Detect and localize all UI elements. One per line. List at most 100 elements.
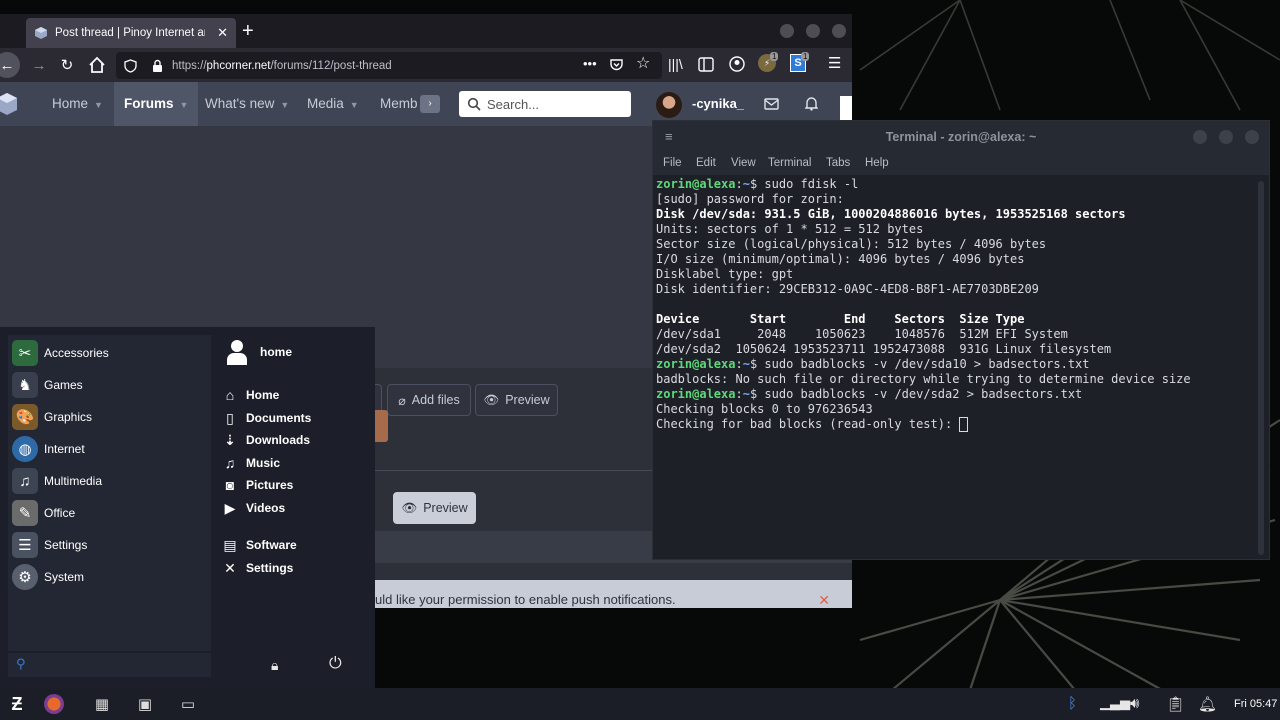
bluetooth-icon[interactable]: ᛒ xyxy=(1068,695,1077,712)
category-games[interactable]: ♞ Games xyxy=(12,371,83,399)
graphics-icon: 🎨 xyxy=(12,404,38,430)
terminal-scrollbar[interactable] xyxy=(1258,181,1264,555)
nav-members[interactable]: Memb xyxy=(380,82,418,126)
category-office[interactable]: ✎ Office xyxy=(12,499,75,527)
firefox-icon[interactable] xyxy=(44,694,64,714)
files-icon[interactable]: ▣ xyxy=(133,692,157,716)
terminal-line: /dev/sda1 2048 1050623 1048576 512M EFI … xyxy=(656,327,1068,341)
hamburger-menu-icon[interactable]: ☰ xyxy=(828,54,841,72)
notification-bell-icon[interactable]: 🔔︎ xyxy=(1198,695,1217,713)
place-videos[interactable]: ▶ Videos xyxy=(222,498,286,518)
nav-home[interactable]: Home ▼ xyxy=(52,82,103,126)
software-icon[interactable]: ▦ xyxy=(90,692,114,716)
nav-forums[interactable]: Forums ▼ xyxy=(114,82,199,126)
bell-icon[interactable] xyxy=(805,96,818,111)
menu-edit[interactable]: Edit xyxy=(696,157,716,169)
back-arrow-icon[interactable]: ← xyxy=(0,52,20,78)
app-software[interactable]: ▤ Software xyxy=(222,535,296,555)
power-icon[interactable]: ⏻ xyxy=(329,655,342,673)
preview-button-secondary[interactable]: 👁 Preview xyxy=(393,492,476,524)
bookmark-star-icon[interactable]: ☆ xyxy=(636,53,650,73)
nav-whats-new[interactable]: What's new ▼ xyxy=(205,82,289,126)
system-icon: ⚙ xyxy=(12,564,38,590)
close-window-button[interactable] xyxy=(1245,130,1259,144)
new-tab-icon[interactable]: + xyxy=(242,19,254,43)
clock[interactable]: Fri 05:47 xyxy=(1234,688,1277,720)
place-downloads[interactable]: ⇣ Downloads xyxy=(222,430,310,450)
download-icon: ⇣ xyxy=(224,431,236,448)
site-logo-icon[interactable] xyxy=(0,92,18,116)
network-signal-icon[interactable]: ▁▃▅ xyxy=(1100,695,1130,711)
category-internet[interactable]: ◍ Internet xyxy=(12,435,85,463)
close-window-button[interactable] xyxy=(832,24,846,38)
search-icon: ⚲ xyxy=(16,656,26,671)
internet-icon: ◍ xyxy=(12,436,38,462)
lock-icon[interactable]: 🔒︎ xyxy=(271,657,278,674)
terminal-line: /dev/sda2 1050624 1953523711 1952473088 … xyxy=(656,342,1112,356)
place-home[interactable]: ⌂ Home xyxy=(222,385,280,405)
library-icon[interactable]: |||\ xyxy=(668,56,683,72)
eye-icon: 👁 xyxy=(483,392,500,407)
zorin-menu-icon[interactable]: Ƶ xyxy=(4,692,30,716)
volume-icon[interactable]: 🔊︎ xyxy=(1130,695,1139,712)
address-bar[interactable]: https://phcorner.net/forums/112/post-thr… xyxy=(116,52,662,79)
search-icon xyxy=(467,97,481,111)
home-icon[interactable] xyxy=(86,54,108,76)
reload-icon[interactable]: ↻ xyxy=(56,54,78,76)
nav-scroll-right-icon[interactable]: › xyxy=(420,95,440,113)
terminal-line: zorin@alexa:~$ sudo badblocks -v /dev/sd… xyxy=(656,387,1083,401)
app-settings[interactable]: ✕ Settings xyxy=(222,558,293,578)
menu-view[interactable]: View xyxy=(731,157,756,169)
preview-button[interactable]: 👁 Preview xyxy=(475,384,558,416)
menu-tabs[interactable]: Tabs xyxy=(826,157,850,169)
chevron-down-icon: ▼ xyxy=(94,100,103,110)
shield-icon xyxy=(124,58,137,73)
add-files-button[interactable]: ⌀ Add files xyxy=(387,384,471,416)
minimize-button[interactable] xyxy=(780,24,794,38)
menu-terminal[interactable]: Terminal xyxy=(768,157,811,169)
terminal-icon[interactable]: ▭ xyxy=(176,692,200,716)
terminal-line: [sudo] password for zorin: xyxy=(656,192,844,206)
site-search-placeholder: Search... xyxy=(487,96,540,112)
category-accessories[interactable]: ✂ Accessories xyxy=(12,339,109,367)
terminal-line: Disk /dev/sda: 931.5 GiB, 1000204886016 … xyxy=(656,207,1126,221)
clipboard-icon[interactable]: 📋︎ xyxy=(1166,695,1185,713)
menu-file[interactable]: File xyxy=(663,157,682,169)
menu-help[interactable]: Help xyxy=(865,157,889,169)
nav-media[interactable]: Media ▼ xyxy=(307,82,359,126)
tab-close-icon[interactable]: ✕ xyxy=(217,25,228,41)
terminal-line: zorin@alexa:~$ sudo fdisk -l xyxy=(656,177,859,191)
place-documents[interactable]: ▯ Documents xyxy=(222,408,311,428)
place-music[interactable]: ♫ Music xyxy=(222,453,280,473)
maximize-button[interactable] xyxy=(1219,130,1233,144)
user-row[interactable]: home xyxy=(226,339,292,365)
avatar[interactable] xyxy=(656,92,682,118)
pocket-icon[interactable] xyxy=(609,57,624,72)
category-graphics[interactable]: 🎨 Graphics xyxy=(12,403,92,431)
minimize-button[interactable] xyxy=(1193,130,1207,144)
page-actions-icon[interactable]: ••• xyxy=(583,56,597,71)
inbox-icon[interactable] xyxy=(764,98,779,110)
tools-icon: ✕ xyxy=(224,559,236,576)
terminal-output[interactable]: zorin@alexa:~$ sudo fdisk -l [sudo] passw… xyxy=(656,177,1254,432)
terminal-line: Units: sectors of 1 * 512 = 512 bytes xyxy=(656,222,924,236)
place-pictures[interactable]: ◙ Pictures xyxy=(222,475,294,495)
start-menu: ✂ Accessories ♞ Games 🎨 Graphics ◍ Internet … xyxy=(0,327,375,688)
terminal-menubar: File Edit View Terminal Tabs Help xyxy=(653,153,1269,175)
browser-tab[interactable]: Post thread | Pinoy Internet and ✕ xyxy=(26,18,236,48)
text-cursor xyxy=(959,417,969,432)
category-multimedia[interactable]: ♫ Multimedia xyxy=(12,467,102,495)
account-icon[interactable] xyxy=(729,56,745,72)
site-favicon-icon xyxy=(35,27,47,39)
close-icon[interactable]: ✕ xyxy=(818,580,830,608)
eye-icon: 👁 xyxy=(401,500,418,515)
maximize-button[interactable] xyxy=(806,24,820,38)
site-search[interactable]: Search... xyxy=(459,91,631,117)
music-icon: ♫ xyxy=(224,455,236,471)
menu-search-input[interactable]: ⚲ xyxy=(8,653,211,677)
document-icon: ▯ xyxy=(226,409,234,426)
category-settings[interactable]: ☰ Settings xyxy=(12,531,87,559)
category-system[interactable]: ⚙ System xyxy=(12,563,84,591)
forward-arrow-icon[interactable]: → xyxy=(28,54,50,76)
sidebar-icon[interactable] xyxy=(698,57,714,72)
